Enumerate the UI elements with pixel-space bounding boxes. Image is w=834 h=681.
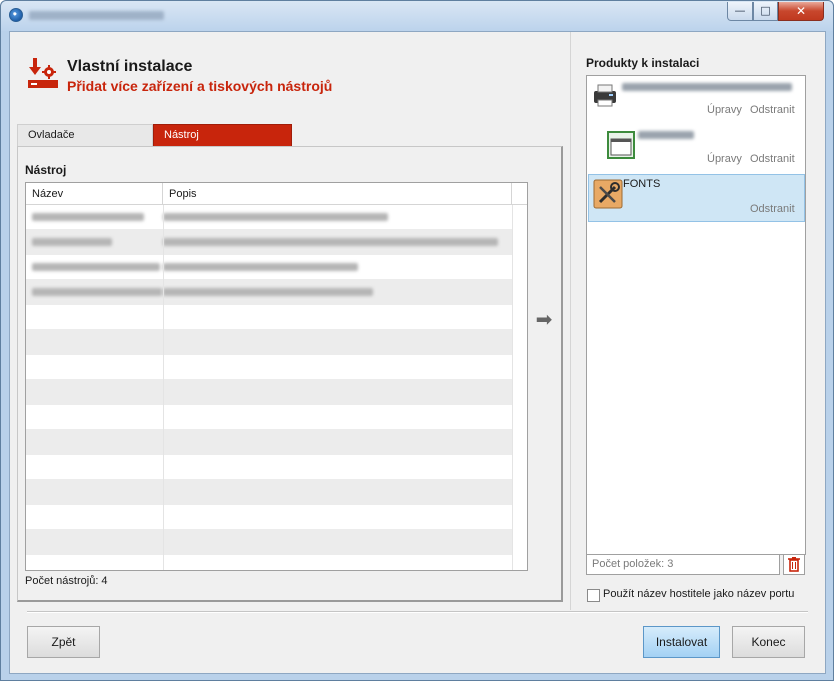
product-item[interactable]: Úpravy Odstranit bbox=[588, 78, 805, 126]
remove-link[interactable]: Odstranit bbox=[750, 153, 795, 165]
close-button[interactable]: ✕ bbox=[778, 2, 824, 21]
window-app-icon bbox=[607, 131, 635, 159]
table-row[interactable] bbox=[26, 505, 512, 530]
column-header-description[interactable]: Popis bbox=[163, 183, 512, 205]
table-row[interactable] bbox=[26, 380, 512, 405]
cell-description bbox=[163, 263, 358, 271]
column-divider bbox=[512, 205, 513, 570]
window-title bbox=[29, 11, 164, 20]
delete-all-button[interactable] bbox=[783, 554, 805, 575]
remove-link[interactable]: Odstranit bbox=[750, 104, 795, 116]
tab-drivers[interactable]: Ovladače bbox=[17, 124, 153, 146]
maximize-button[interactable]: □ bbox=[753, 2, 778, 21]
title-bar: — □ ✕ bbox=[1, 1, 833, 31]
cell-name bbox=[32, 288, 162, 296]
table-row[interactable] bbox=[26, 555, 512, 570]
page-title: Vlastní instalace bbox=[67, 58, 193, 75]
hostname-port-checkbox[interactable] bbox=[587, 589, 600, 602]
installer-window: — □ ✕ Vlastní instalace Přidat více zaří… bbox=[0, 0, 834, 681]
product-item-selected[interactable]: FONTS Odstranit bbox=[588, 174, 805, 222]
minimize-button[interactable]: — bbox=[727, 2, 753, 21]
exit-button[interactable]: Konec bbox=[732, 626, 805, 658]
cell-name bbox=[32, 263, 160, 271]
table-row[interactable] bbox=[26, 530, 512, 555]
cell-name bbox=[32, 213, 144, 221]
maximize-icon: □ bbox=[760, 4, 771, 17]
table-row[interactable] bbox=[26, 480, 512, 505]
product-name: FONTS bbox=[623, 178, 661, 190]
table-row[interactable] bbox=[26, 305, 512, 330]
table-row[interactable] bbox=[26, 430, 512, 455]
app-icon bbox=[9, 8, 23, 22]
download-gear-icon bbox=[28, 58, 58, 88]
product-name bbox=[622, 83, 792, 91]
edit-link[interactable]: Úpravy bbox=[707, 104, 742, 116]
tools-icon bbox=[593, 179, 623, 209]
product-name bbox=[638, 131, 694, 139]
edit-link[interactable]: Úpravy bbox=[707, 153, 742, 165]
cell-description bbox=[163, 213, 388, 221]
dialog-client-area: Vlastní instalace Přidat více zařízení a… bbox=[9, 31, 826, 674]
table-row[interactable] bbox=[26, 405, 512, 430]
arrow-right-icon: ➡ bbox=[535, 307, 553, 331]
close-icon: ✕ bbox=[795, 4, 807, 18]
products-count: Počet položek: 3 bbox=[586, 554, 780, 575]
add-to-products-button[interactable]: ➡ bbox=[532, 309, 556, 329]
table-header: Název Popis bbox=[26, 183, 527, 205]
tools-count: Počet nástrojů: 4 bbox=[25, 575, 108, 587]
table-row[interactable] bbox=[26, 280, 512, 305]
table-row[interactable] bbox=[26, 230, 512, 255]
hostname-port-label: Použít název hostitele jako název portu bbox=[603, 588, 795, 600]
cell-description bbox=[163, 238, 498, 246]
trash-icon bbox=[788, 557, 800, 572]
minimize-icon: — bbox=[734, 4, 746, 17]
products-heading: Produkty k instalaci bbox=[586, 56, 700, 70]
product-item[interactable]: Úpravy Odstranit bbox=[588, 126, 805, 174]
column-header-spacer bbox=[512, 183, 527, 205]
install-button[interactable]: Instalovat bbox=[643, 626, 720, 658]
column-divider bbox=[163, 205, 164, 570]
back-button[interactable]: Zpět bbox=[27, 626, 100, 658]
tools-panel: Nástroj Název Popis Počet nástrojů: 4 bbox=[17, 146, 563, 602]
tools-heading: Nástroj bbox=[25, 163, 67, 177]
tools-table[interactable]: Název Popis bbox=[25, 182, 528, 571]
cell-description bbox=[163, 288, 373, 296]
page-subtitle: Přidat více zařízení a tiskových nástroj… bbox=[67, 78, 333, 94]
column-header-name[interactable]: Název bbox=[26, 183, 163, 205]
products-list[interactable]: Úpravy Odstranit Úpravy Odstranit FONTS … bbox=[586, 75, 806, 555]
cell-name bbox=[32, 238, 112, 246]
tab-tools[interactable]: Nástroj bbox=[153, 124, 292, 146]
table-row[interactable] bbox=[26, 205, 512, 230]
table-row[interactable] bbox=[26, 455, 512, 480]
remove-link[interactable]: Odstranit bbox=[750, 203, 795, 215]
table-row[interactable] bbox=[26, 355, 512, 380]
printer-icon bbox=[594, 84, 616, 107]
table-row[interactable] bbox=[26, 330, 512, 355]
footer-divider bbox=[27, 611, 808, 612]
table-row[interactable] bbox=[26, 255, 512, 280]
